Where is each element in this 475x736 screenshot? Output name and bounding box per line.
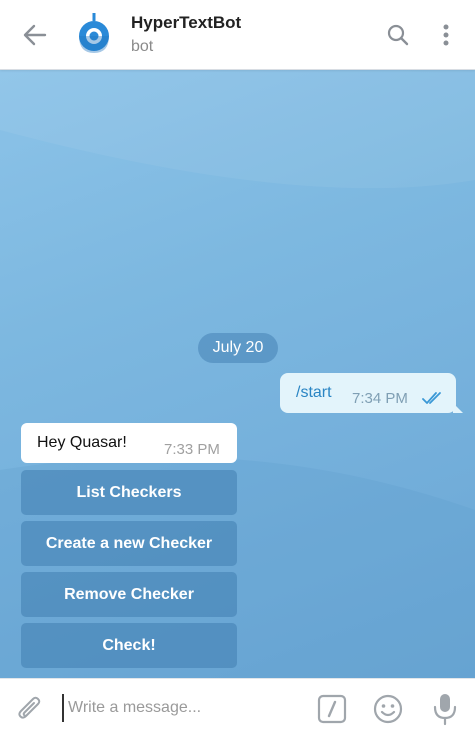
message-composer [0,678,475,736]
outgoing-message[interactable]: /start 7:34 PM [280,373,463,413]
message-time: 7:34 PM [352,390,408,407]
back-button[interactable] [18,18,52,52]
chat-area[interactable]: July 20 /start 7:34 PM Hey Quasar! 7:33 … [0,70,475,678]
emoji-icon [373,694,403,724]
remove-checker-button[interactable]: Remove Checker [21,572,237,617]
check-button[interactable]: Check! [21,623,237,668]
incoming-message[interactable]: Hey Quasar! 7:33 PM [21,423,237,463]
command-icon [317,694,347,724]
voice-message-button[interactable] [430,692,460,726]
chat-subtitle: bot [131,38,154,55]
chat-header: HyperTextBot bot [0,0,475,70]
date-separator: July 20 [198,333,278,363]
message-input[interactable] [62,694,302,722]
search-button[interactable] [383,20,413,50]
bubble-tail [453,403,463,413]
message-time: 7:33 PM [164,441,220,458]
bot-avatar[interactable] [76,13,112,57]
create-checker-button[interactable]: Create a new Checker [21,521,237,566]
search-icon [387,24,409,46]
bot-avatar-icon [79,13,109,53]
emoji-button[interactable] [372,693,404,725]
double-check-icon [422,392,441,404]
bot-commands-button[interactable] [317,694,347,724]
back-arrow-icon [23,24,47,46]
more-vertical-icon [443,24,449,46]
microphone-icon [433,694,457,726]
more-options-button[interactable] [431,20,461,50]
chat-title[interactable]: HyperTextBot [131,13,241,33]
attach-button[interactable] [14,693,46,725]
message-text[interactable]: /start [296,384,332,402]
message-text: Hey Quasar! [37,434,127,451]
attach-icon [18,696,41,719]
list-checkers-button[interactable]: List Checkers [21,470,237,515]
